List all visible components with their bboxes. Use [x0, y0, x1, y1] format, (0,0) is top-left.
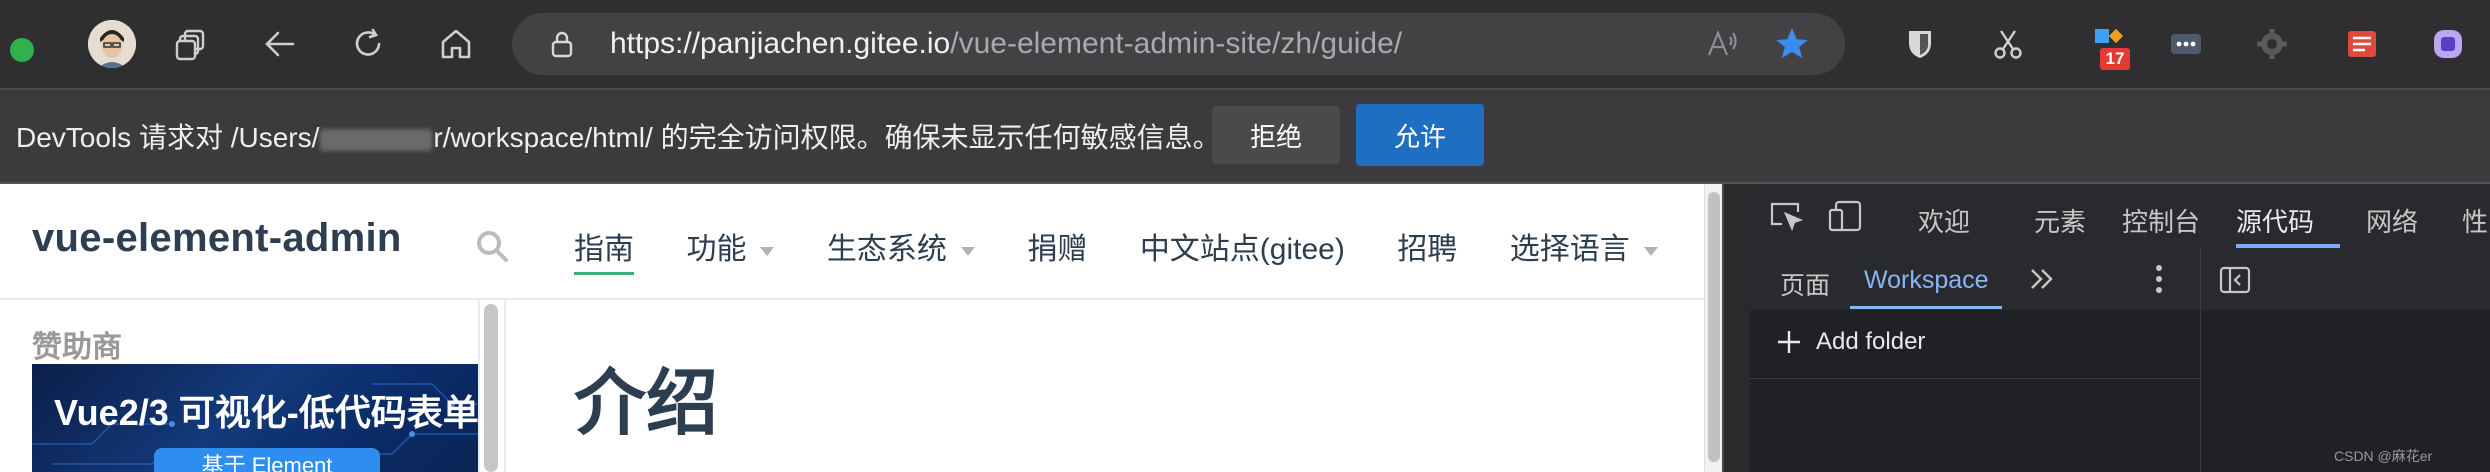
url-path: /vue-element-admin-site/zh/guide/ — [950, 27, 1403, 60]
permission-message: DevTools 请求对 /Users/r/workspace/html/ 的完… — [16, 116, 1221, 156]
page-scrollbar-thumb[interactable] — [1708, 192, 1720, 462]
browser-toolbar: https://panjiachen.gitee.io/vue-element-… — [0, 0, 2490, 90]
url-domain: https://panjiachen.gitee.io — [610, 27, 951, 60]
navigator-active-tab-indicator — [1850, 306, 2002, 309]
nav-item-donate[interactable]: 捐赠 — [1027, 224, 1087, 268]
nav-label: 选择语言 — [1509, 233, 1630, 266]
sponsor-banner-title: Vue2/3 可视化-低代码表单 — [54, 392, 478, 433]
redacted-username — [320, 128, 433, 151]
nav-item-ecosystem[interactable]: 生态系统 — [827, 224, 975, 268]
search-icon[interactable] — [474, 228, 510, 264]
sponsor-heading: 赞助商 — [32, 331, 122, 364]
home-icon[interactable] — [434, 22, 478, 66]
divider — [1750, 378, 2200, 379]
sidebar-divider — [504, 300, 506, 472]
nav-label: 中文站点(gitee) — [1139, 233, 1345, 266]
nav-item-jobs[interactable]: 招聘 — [1397, 224, 1457, 268]
devtools-tab-welcome[interactable]: 欢迎 — [1918, 202, 1970, 239]
devtools-tab-network[interactable]: 网络 — [2366, 202, 2418, 239]
inspect-element-icon[interactable] — [1768, 200, 1804, 232]
navigator-tab-page[interactable]: 页面 — [1780, 266, 1830, 302]
notes-extension-icon[interactable] — [2340, 22, 2384, 66]
extension-badge-icon[interactable]: 17 — [2088, 22, 2132, 70]
allow-button[interactable]: 允许 — [1356, 104, 1484, 166]
devtools-tab-console[interactable]: 控制台 — [2122, 202, 2200, 239]
plus-icon — [1778, 331, 1800, 353]
scissors-icon[interactable] — [1986, 22, 2030, 66]
nav-label: 捐赠 — [1027, 233, 1088, 266]
more-tabs-chevron-icon[interactable] — [2028, 266, 2058, 292]
nav-item-gitee[interactable]: 中文站点(gitee) — [1140, 224, 1345, 268]
chevron-down-icon — [1643, 246, 1658, 256]
nav-label: 功能 — [686, 233, 747, 266]
sources-navigator-tabs: 页面 Workspace — [1750, 248, 2200, 311]
permission-message-end: r/workspace/html/ 的完全访问权限。确保未显示任何敏感信息。 — [433, 122, 1221, 153]
permission-message-start: DevTools 请求对 /Users/ — [16, 122, 320, 153]
navigator-tab-workspace[interactable]: Workspace — [1864, 266, 1989, 295]
devtools-tab-sources[interactable]: 源代码 — [2236, 202, 2314, 239]
profile-avatar[interactable] — [88, 20, 136, 68]
permission-infobar: DevTools 请求对 /Users/r/workspace/html/ 的完… — [0, 90, 2490, 184]
lock-icon[interactable] — [540, 22, 584, 66]
favorite-star-icon[interactable] — [1770, 22, 1814, 66]
site-header: vue-element-admin 指南 功能 生态系统 捐赠 中文站点(git… — [0, 184, 1722, 300]
workspace-panel: Add folder — [1750, 310, 2200, 472]
toggle-navigator-icon[interactable] — [2219, 266, 2251, 294]
address-bar[interactable]: https://panjiachen.gitee.io/vue-element-… — [512, 13, 1845, 75]
devtools-panel: 欢迎 元素 控制台 源代码 网络 性 页面 Workspace Add fold… — [1750, 184, 2490, 472]
add-folder-label: Add folder — [1816, 328, 1926, 355]
sources-editor-toolbar — [2200, 248, 2490, 311]
kebab-menu-icon[interactable] — [2154, 264, 2164, 294]
tab-groups-icon[interactable] — [170, 22, 214, 66]
devtools-tab-elements[interactable]: 元素 — [2034, 202, 2086, 239]
back-arrow-icon[interactable] — [258, 22, 302, 66]
chevron-down-icon — [760, 246, 775, 256]
chevron-down-icon — [960, 246, 975, 256]
sponsor-banner[interactable]: Vue2/3 可视化-低代码表单 基于 Element — [32, 364, 478, 472]
window-control-dot[interactable] — [10, 38, 34, 62]
nav-label: 指南 — [574, 233, 634, 266]
gear-icon[interactable] — [2250, 22, 2294, 66]
more-extension-icon[interactable] — [2164, 22, 2208, 66]
copilot-extension-icon[interactable] — [2426, 22, 2470, 66]
page-title: 介绍 — [574, 364, 719, 444]
devtools-tabbar: 欢迎 元素 控制台 源代码 网络 性 — [1750, 184, 2490, 249]
sidebar-scrollbar[interactable] — [484, 304, 498, 472]
read-aloud-icon[interactable] — [1700, 22, 1744, 66]
url-text[interactable]: https://panjiachen.gitee.io/vue-element-… — [610, 27, 1402, 61]
sidebar: 赞助商 Vue2/3 可视化-低代码表单 基于 Element — [0, 300, 480, 472]
watermark: CSDN @麻花er — [2334, 448, 2433, 464]
extension-badge-count: 17 — [2100, 48, 2130, 70]
refresh-icon[interactable] — [346, 22, 390, 66]
nav-item-features[interactable]: 功能 — [686, 224, 775, 268]
devtools-splitter[interactable] — [1722, 184, 1752, 472]
nav-label: 招聘 — [1397, 233, 1458, 266]
site-nav: 指南 功能 生态系统 捐赠 中文站点(gitee) 招聘 选择语言 Gi — [574, 224, 1722, 275]
page-viewport: vue-element-admin 指南 功能 生态系统 捐赠 中文站点(git… — [0, 184, 1722, 472]
nav-item-guide[interactable]: 指南 — [574, 224, 634, 275]
nav-item-language[interactable]: 选择语言 — [1510, 224, 1658, 268]
shield-extension-icon[interactable] — [1898, 22, 1942, 66]
sponsor-banner-button[interactable]: 基于 Element — [154, 448, 380, 472]
add-folder-button[interactable]: Add folder — [1776, 328, 1925, 356]
device-emulation-icon[interactable] — [1828, 200, 1864, 232]
nav-label: 生态系统 — [826, 233, 947, 266]
site-title[interactable]: vue-element-admin — [32, 216, 402, 261]
deny-button[interactable]: 拒绝 — [1212, 106, 1340, 164]
page-scrollbar[interactable] — [1704, 184, 1722, 472]
devtools-tab-performance[interactable]: 性 — [2462, 202, 2488, 239]
